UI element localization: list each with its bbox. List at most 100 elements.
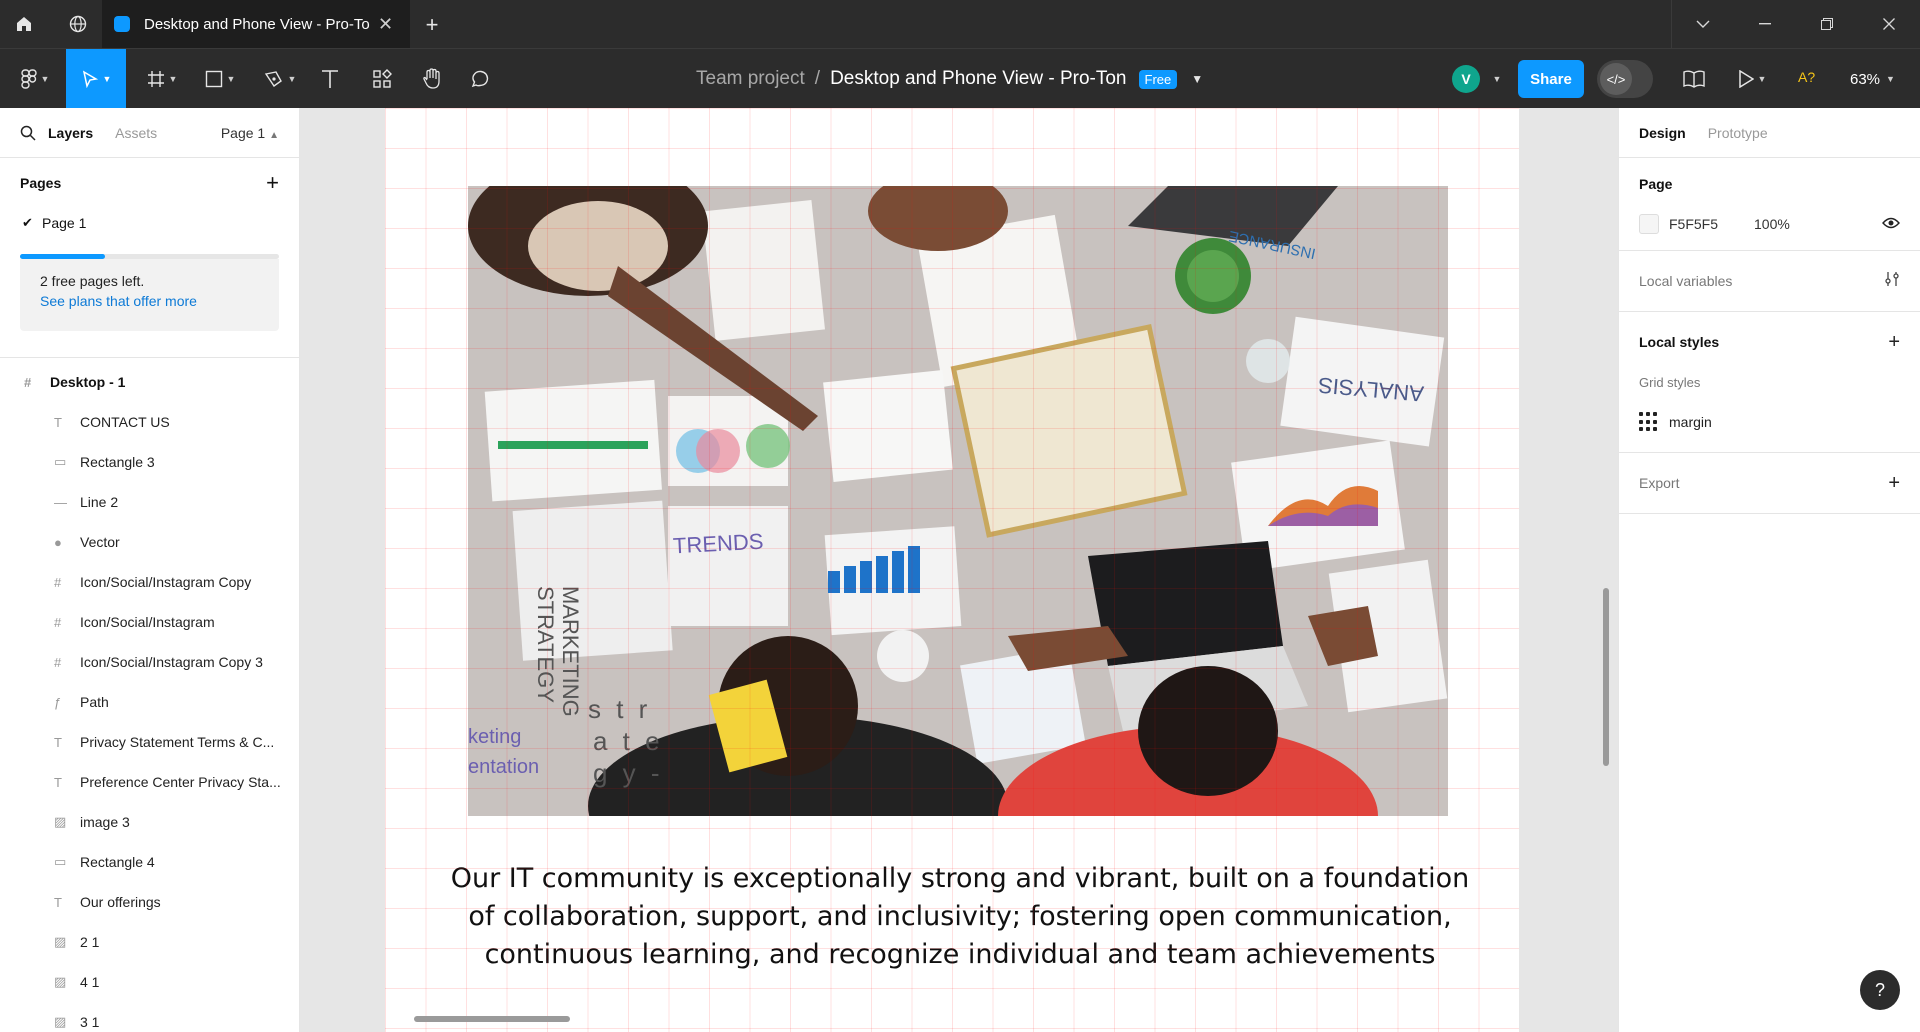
page-item[interactable]: ✔ Page 1 [0,208,299,238]
window-controls [1671,0,1920,48]
globe-icon[interactable] [54,0,102,48]
dev-mode-icon: </> [1600,63,1632,95]
photo-text-gy: g y - [593,758,664,788]
toolbar: ▼ ▼ ▼ ▼ ▼ Team project / Desktop and Pho… [0,48,1920,109]
layer-item[interactable]: T Our offerings [0,882,299,922]
file-tab[interactable]: Desktop and Phone View - Pro-Ton ✕ [102,0,410,48]
title-bar: Desktop and Phone View - Pro-Ton ✕ + [0,0,1920,48]
frame-tool-icon[interactable]: ▼ [138,49,186,109]
figma-menu-icon[interactable]: ▼ [12,49,58,109]
chevron-down-icon[interactable] [1672,0,1734,48]
pen-tool-icon[interactable]: ▼ [256,49,304,109]
local-variables[interactable]: Local variables [1639,261,1900,301]
fill-opacity[interactable]: 100% [1754,216,1790,232]
horizontal-scrollbar[interactable] [414,1016,570,1022]
color-swatch[interactable] [1639,214,1659,234]
pages-header: Pages + [0,158,299,208]
add-export-icon[interactable]: + [1888,472,1900,495]
layer-item[interactable]: # Icon/Social/Instagram [0,602,299,642]
text-tool-icon[interactable] [314,49,346,109]
fill-hex[interactable]: F5F5F5 [1669,216,1718,232]
layer-type-icon: # [54,574,62,590]
layer-item[interactable]: # Icon/Social/Instagram Copy 3 [0,642,299,682]
avatar-chevron-icon[interactable]: ▼ [1486,49,1504,109]
layer-item[interactable]: ▨ image 3 [0,802,299,842]
share-button[interactable]: Share [1518,60,1584,98]
dev-mode-toggle[interactable]: </> [1597,60,1653,98]
layer-item[interactable]: # Icon/Social/Instagram Copy [0,562,299,602]
community-caption[interactable]: Our IT community is exceptionally strong… [435,860,1485,974]
restore-icon[interactable] [1796,0,1858,48]
layer-name: Path [80,694,109,710]
left-panel-tabs: Layers Assets Page 1 ▲ [0,108,299,158]
present-icon[interactable]: ▼ [1730,49,1774,109]
layer-type-icon: ● [54,534,62,550]
frame-icon: # [24,374,32,390]
photo-text-entation: entation [468,756,540,778]
layer-name: Icon/Social/Instagram [80,614,215,630]
photo-text-trends: TRENDS [672,528,765,559]
layer-item[interactable]: ▭ Rectangle 3 [0,442,299,482]
tab-design[interactable]: Design [1639,125,1686,141]
layer-item[interactable]: ƒ Path [0,682,299,722]
divider [0,357,299,358]
home-icon[interactable] [0,0,48,48]
layer-name: Icon/Social/Instagram Copy [80,574,252,590]
layers-list: T CONTACT US ▭ Rectangle 3 — Line 2 ● Vector # Ic… [0,402,299,1032]
variables-settings-icon[interactable] [1884,270,1900,293]
breadcrumb: Team project / Desktop and Phone View - … [696,49,1203,109]
file-name[interactable]: Desktop and Phone View - Pro-Ton [830,68,1126,90]
layer-item[interactable]: ▭ Rectangle 4 [0,842,299,882]
layer-type-icon: T [54,774,62,790]
upgrade-promo: 2 free pages left. See plans that offer … [20,259,279,331]
close-window-icon[interactable] [1858,0,1920,48]
pages-title: Pages [20,175,62,191]
right-panel: Design Prototype Page F5F5F5 100% Local … [1618,108,1920,1032]
zoom-level[interactable]: 63% ▼ [1850,49,1895,109]
layer-item[interactable]: ▨ 4 1 [0,962,299,1002]
plus-icon[interactable]: + [420,12,444,38]
minimize-icon[interactable] [1734,0,1796,48]
layer-item[interactable]: T Privacy Statement Terms & C... [0,722,299,762]
accessibility-warning[interactable]: A? [1798,69,1815,85]
grid-style-item[interactable]: margin [1639,402,1900,442]
layer-type-icon: T [54,414,62,430]
layer-item[interactable]: T CONTACT US [0,402,299,442]
layer-item[interactable]: T Preference Center Privacy Sta... [0,762,299,802]
page-fill-row[interactable]: F5F5F5 100% [1639,204,1900,244]
team-meeting-image[interactable]: TRENDS MARKETING STRATEGY INSURANCE ANAL… [468,186,1448,816]
library-icon[interactable] [1676,49,1712,109]
add-page-icon[interactable]: + [266,170,279,196]
photo-text-str: s t r [588,694,652,724]
shape-tool-icon[interactable]: ▼ [196,49,244,109]
search-icon[interactable] [20,125,36,141]
chevron-down-icon[interactable]: ▼ [1191,72,1203,86]
page-selector[interactable]: Page 1 ▲ [221,125,279,141]
vertical-scrollbar[interactable] [1603,588,1609,766]
avatar[interactable]: V [1452,65,1480,93]
tab-layers[interactable]: Layers [48,125,93,141]
resources-icon[interactable] [366,49,398,109]
team-name[interactable]: Team project [696,68,805,90]
close-icon[interactable]: ✕ [378,14,393,35]
canvas[interactable]: TRENDS MARKETING STRATEGY INSURANCE ANAL… [300,108,1618,1032]
comment-icon[interactable] [464,49,496,109]
photo-text-strategy: STRATEGY [533,586,558,703]
hand-tool-icon[interactable] [416,49,448,109]
layer-item[interactable]: — Line 2 [0,482,299,522]
move-tool-icon[interactable]: ▼ [66,49,126,109]
layer-frame[interactable]: # Desktop - 1 [0,362,299,402]
layer-item[interactable]: ▨ 3 1 [0,1002,299,1032]
see-plans-link[interactable]: See plans that offer more [40,293,259,309]
photo-text-ate: a t e [593,726,664,756]
layer-type-icon: — [54,494,67,510]
tab-prototype[interactable]: Prototype [1708,125,1768,141]
layer-item[interactable]: ▨ 2 1 [0,922,299,962]
add-style-icon[interactable]: + [1888,331,1900,354]
eye-icon[interactable] [1882,216,1900,232]
plan-badge[interactable]: Free [1138,69,1178,89]
help-button[interactable]: ? [1860,970,1900,1010]
tab-assets[interactable]: Assets [115,125,157,141]
export-header[interactable]: Export + [1639,463,1900,503]
layer-item[interactable]: ● Vector [0,522,299,562]
